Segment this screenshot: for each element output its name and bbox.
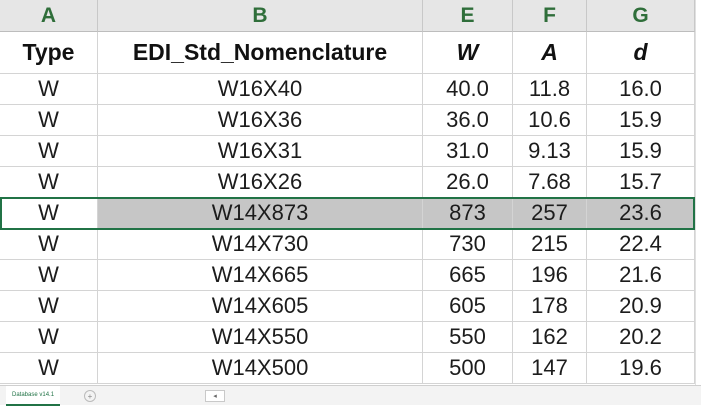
cell-a[interactable]: 178 [513,291,587,322]
table-row[interactable]: W W16X31 31.0 9.13 15.9 [0,136,695,167]
cell-a[interactable]: 11.8 [513,74,587,105]
cell-type[interactable]: W [0,353,98,384]
cell-a[interactable]: 215 [513,229,587,260]
column-letter-E[interactable]: E [423,0,513,32]
cell-d[interactable]: 19.6 [587,353,695,384]
cell-w[interactable]: 873 [423,198,513,229]
table-row[interactable]: W W16X26 26.0 7.68 15.7 [0,167,695,198]
cell-nomenclature[interactable]: W14X873 [98,198,423,229]
cell-w[interactable]: 31.0 [423,136,513,167]
cell-a[interactable]: 162 [513,322,587,353]
cell-nomenclature[interactable]: W16X40 [98,74,423,105]
cell-type[interactable]: W [0,229,98,260]
add-sheet-button[interactable]: + [84,390,96,402]
cell-a[interactable]: 7.68 [513,167,587,198]
cell-nomenclature[interactable]: W16X31 [98,136,423,167]
cell-d[interactable]: 23.6 [587,198,695,229]
cell-type[interactable]: W [0,136,98,167]
column-letter-B[interactable]: B [98,0,423,32]
header-cell-nomenclature[interactable]: EDI_Std_Nomenclature [98,32,423,74]
cell-a[interactable]: 9.13 [513,136,587,167]
cell-d[interactable]: 22.4 [587,229,695,260]
cell-nomenclature[interactable]: W16X26 [98,167,423,198]
header-cell-d[interactable]: d [587,32,695,74]
cell-type[interactable]: W [0,198,98,229]
table-row[interactable]: W W14X500 500 147 19.6 [0,353,695,384]
sheet-tab-bar: Database v14.1 + ◂ [0,385,701,406]
cell-a[interactable]: 257 [513,198,587,229]
right-edge [695,0,701,385]
spreadsheet-grid: A B E F G Type EDI_Std_Nomenclature W A … [0,0,695,404]
cell-w[interactable]: 730 [423,229,513,260]
header-cell-w[interactable]: W [423,32,513,74]
cell-nomenclature[interactable]: W14X665 [98,260,423,291]
cell-d[interactable]: 21.6 [587,260,695,291]
column-letter-A[interactable]: A [0,0,98,32]
cell-w[interactable]: 26.0 [423,167,513,198]
cell-w[interactable]: 550 [423,322,513,353]
cell-type[interactable]: W [0,322,98,353]
cell-type[interactable]: W [0,291,98,322]
cell-w[interactable]: 36.0 [423,105,513,136]
header-cell-type[interactable]: Type [0,32,98,74]
sheet-tab[interactable]: Database v14.1 [6,386,61,406]
cell-w[interactable]: 605 [423,291,513,322]
column-letter-G[interactable]: G [587,0,695,32]
table-row[interactable]: W W14X605 605 178 20.9 [0,291,695,322]
cell-nomenclature[interactable]: W16X36 [98,105,423,136]
cell-nomenclature[interactable]: W14X500 [98,353,423,384]
header-cell-a[interactable]: A [513,32,587,74]
table-row[interactable]: W W14X730 730 215 22.4 [0,229,695,260]
cell-type[interactable]: W [0,74,98,105]
cell-d[interactable]: 15.9 [587,136,695,167]
cell-d[interactable]: 20.9 [587,291,695,322]
cell-d[interactable]: 20.2 [587,322,695,353]
cell-a[interactable]: 196 [513,260,587,291]
cell-nomenclature[interactable]: W14X605 [98,291,423,322]
cell-d[interactable]: 15.9 [587,105,695,136]
cell-a[interactable]: 147 [513,353,587,384]
cell-w[interactable]: 500 [423,353,513,384]
cell-w[interactable]: 665 [423,260,513,291]
table-row[interactable]: W W16X40 40.0 11.8 16.0 [0,74,695,105]
cell-nomenclature[interactable]: W14X730 [98,229,423,260]
table-row[interactable]: W W16X36 36.0 10.6 15.9 [0,105,695,136]
column-letter-row: A B E F G [0,0,695,32]
cell-type[interactable]: W [0,167,98,198]
column-letter-F[interactable]: F [513,0,587,32]
table-row[interactable]: W W14X550 550 162 20.2 [0,322,695,353]
cell-d[interactable]: 16.0 [587,74,695,105]
cell-type[interactable]: W [0,105,98,136]
table-row[interactable]: W W14X873 873 257 23.6 [0,198,695,229]
header-row: Type EDI_Std_Nomenclature W A d [0,32,695,74]
table-row[interactable]: W W14X665 665 196 21.6 [0,260,695,291]
cell-d[interactable]: 15.7 [587,167,695,198]
scroll-left-arrow-icon[interactable]: ◂ [205,390,225,402]
cell-nomenclature[interactable]: W14X550 [98,322,423,353]
cell-w[interactable]: 40.0 [423,74,513,105]
cell-type[interactable]: W [0,260,98,291]
cell-a[interactable]: 10.6 [513,105,587,136]
